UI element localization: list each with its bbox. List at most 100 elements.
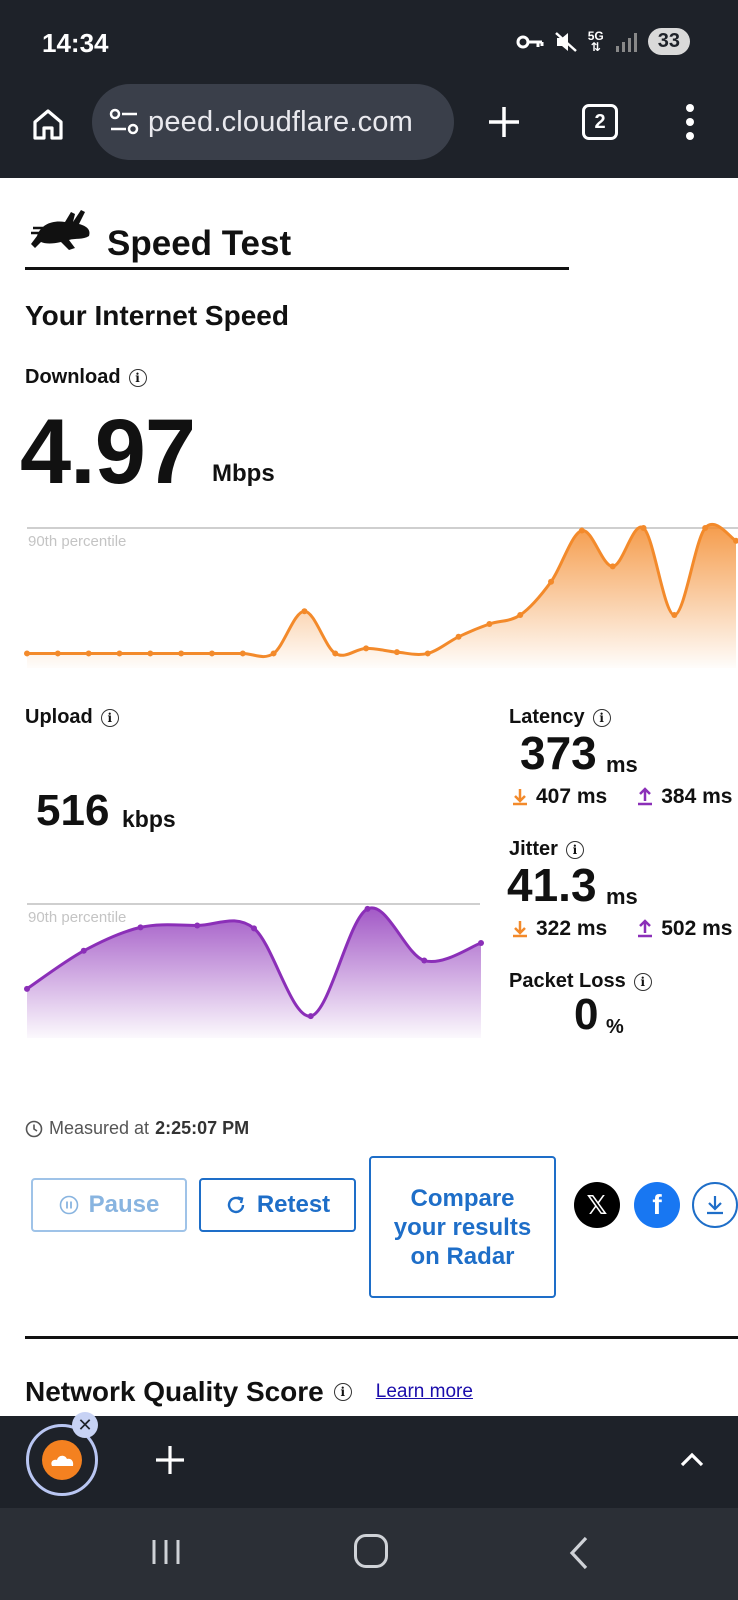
download-point	[85, 650, 92, 657]
download-point	[208, 650, 215, 657]
upload-point	[251, 925, 257, 932]
tabs-icon[interactable]: 2	[582, 104, 618, 140]
download-point	[178, 650, 185, 657]
menu-icon[interactable]	[680, 102, 700, 142]
download-point	[455, 633, 462, 640]
back-icon[interactable]	[566, 1534, 592, 1572]
download-arrow-icon	[513, 921, 527, 938]
latency-up: 384 ms	[661, 785, 733, 808]
upload-arrow-icon	[638, 787, 653, 806]
browser-toolbar: peed.cloudflare.com 2	[0, 84, 738, 178]
tab-group-strip: ✕	[0, 1412, 738, 1508]
home-icon[interactable]	[26, 102, 70, 146]
download-point	[116, 650, 123, 657]
download-value: 4.97	[20, 401, 196, 503]
download-unit: Mbps	[212, 460, 275, 487]
section-title: Your Internet Speed	[25, 300, 289, 331]
chevron-up-icon[interactable]	[678, 1446, 706, 1474]
upload-point	[194, 922, 201, 929]
pause-label: Pause	[88, 1191, 160, 1218]
jitter-value: 41.3	[507, 859, 597, 911]
site-header: Speed Test	[25, 200, 569, 270]
download-point	[301, 608, 308, 615]
packet-loss-label: Packet Loss	[509, 970, 626, 992]
system-nav-bar	[0, 1508, 738, 1600]
site-settings-icon[interactable]	[106, 104, 142, 140]
network-quality-heading: Network Quality Score i Learn more	[25, 1376, 473, 1408]
upload-arrow-icon	[638, 919, 653, 938]
cloudflare-rabbit-logo	[31, 210, 90, 250]
jitter-up: 502 ms	[661, 917, 733, 940]
download-point	[332, 650, 339, 657]
latency-sub-row: 407 ms 384 ms	[510, 785, 732, 809]
download-point	[54, 650, 61, 657]
download-point	[24, 650, 30, 657]
url-bar[interactable]: peed.cloudflare.com	[92, 84, 454, 160]
info-icon[interactable]: i	[128, 368, 147, 387]
jitter-down: 322 ms	[536, 917, 608, 940]
mute-icon	[554, 31, 577, 52]
web-page: Speed Test Your Internet Speed Download …	[0, 178, 738, 1416]
measured-at: Measured at 2:25:07 PM	[25, 1118, 249, 1139]
info-icon[interactable]: i	[333, 1383, 352, 1401]
download-point	[393, 649, 400, 656]
download-point	[609, 563, 616, 570]
download-point	[424, 650, 431, 657]
vpn-key-icon	[516, 35, 544, 48]
download-chart: 90th percentile	[24, 522, 738, 668]
recent-apps-icon[interactable]	[150, 1536, 182, 1568]
refresh-icon	[227, 1196, 245, 1214]
upload-chart: 90th percentile	[24, 903, 484, 1038]
pause-icon	[59, 1195, 78, 1215]
status-bar: 14:34 5G ⇅ 33	[0, 0, 738, 84]
download-point	[671, 612, 678, 619]
info-icon[interactable]: i	[592, 708, 611, 727]
upload-value: 516	[36, 786, 110, 835]
status-time: 14:34	[42, 28, 109, 58]
jitter-unit: ms	[606, 884, 638, 909]
share-facebook-icon[interactable]: f	[634, 1182, 680, 1228]
measured-time: 2:25:07 PM	[155, 1118, 250, 1138]
battery-icon: 33	[647, 28, 690, 55]
download-point	[486, 621, 493, 627]
add-tab-icon[interactable]	[152, 1442, 188, 1478]
upload-label: Upload	[25, 706, 93, 728]
download-label: Download	[25, 366, 121, 388]
new-tab-icon[interactable]	[484, 102, 524, 142]
site-title: Speed Test	[107, 224, 292, 263]
close-tab-icon[interactable]: ✕	[72, 1412, 98, 1438]
info-icon[interactable]: i	[100, 708, 119, 727]
latency-unit: ms	[606, 752, 638, 777]
download-point	[363, 645, 370, 652]
upload-point	[307, 1013, 314, 1020]
download-point	[548, 578, 555, 585]
home-nav-icon[interactable]	[354, 1534, 388, 1568]
network-quality-title: Network Quality Score	[25, 1376, 324, 1407]
learn-more-link[interactable]: Learn more	[376, 1381, 473, 1403]
upload-point	[364, 905, 371, 912]
download-arrow-icon	[513, 789, 527, 806]
retest-button[interactable]: Retest	[199, 1178, 356, 1232]
jitter-sub-row: 322 ms 502 ms	[510, 917, 732, 941]
download-point	[270, 650, 277, 657]
radar-label: Compare your results on Radar	[393, 1184, 532, 1270]
signal-icon	[615, 32, 637, 52]
url-text: peed.cloudflare.com	[148, 105, 413, 138]
upload-point	[24, 985, 30, 992]
download-point	[640, 525, 647, 531]
compare-radar-button[interactable]: Compare your results on Radar	[369, 1156, 556, 1298]
status-icons: 5G ⇅ 33	[516, 28, 690, 55]
download-point	[239, 650, 246, 657]
download-point	[578, 527, 585, 534]
download-point	[147, 650, 154, 657]
share-x-icon[interactable]: 𝕏	[574, 1182, 620, 1228]
pause-button[interactable]: Pause	[31, 1178, 187, 1232]
download-results-icon[interactable]	[692, 1182, 738, 1228]
info-icon[interactable]: i	[565, 840, 584, 859]
measured-prefix: Measured at	[49, 1118, 150, 1138]
latency-value: 373	[520, 727, 597, 779]
upload-point	[421, 957, 428, 964]
percentile-label: 90th percentile	[28, 909, 126, 926]
info-icon[interactable]: i	[633, 972, 652, 991]
packet-loss-unit: %	[606, 1016, 624, 1038]
